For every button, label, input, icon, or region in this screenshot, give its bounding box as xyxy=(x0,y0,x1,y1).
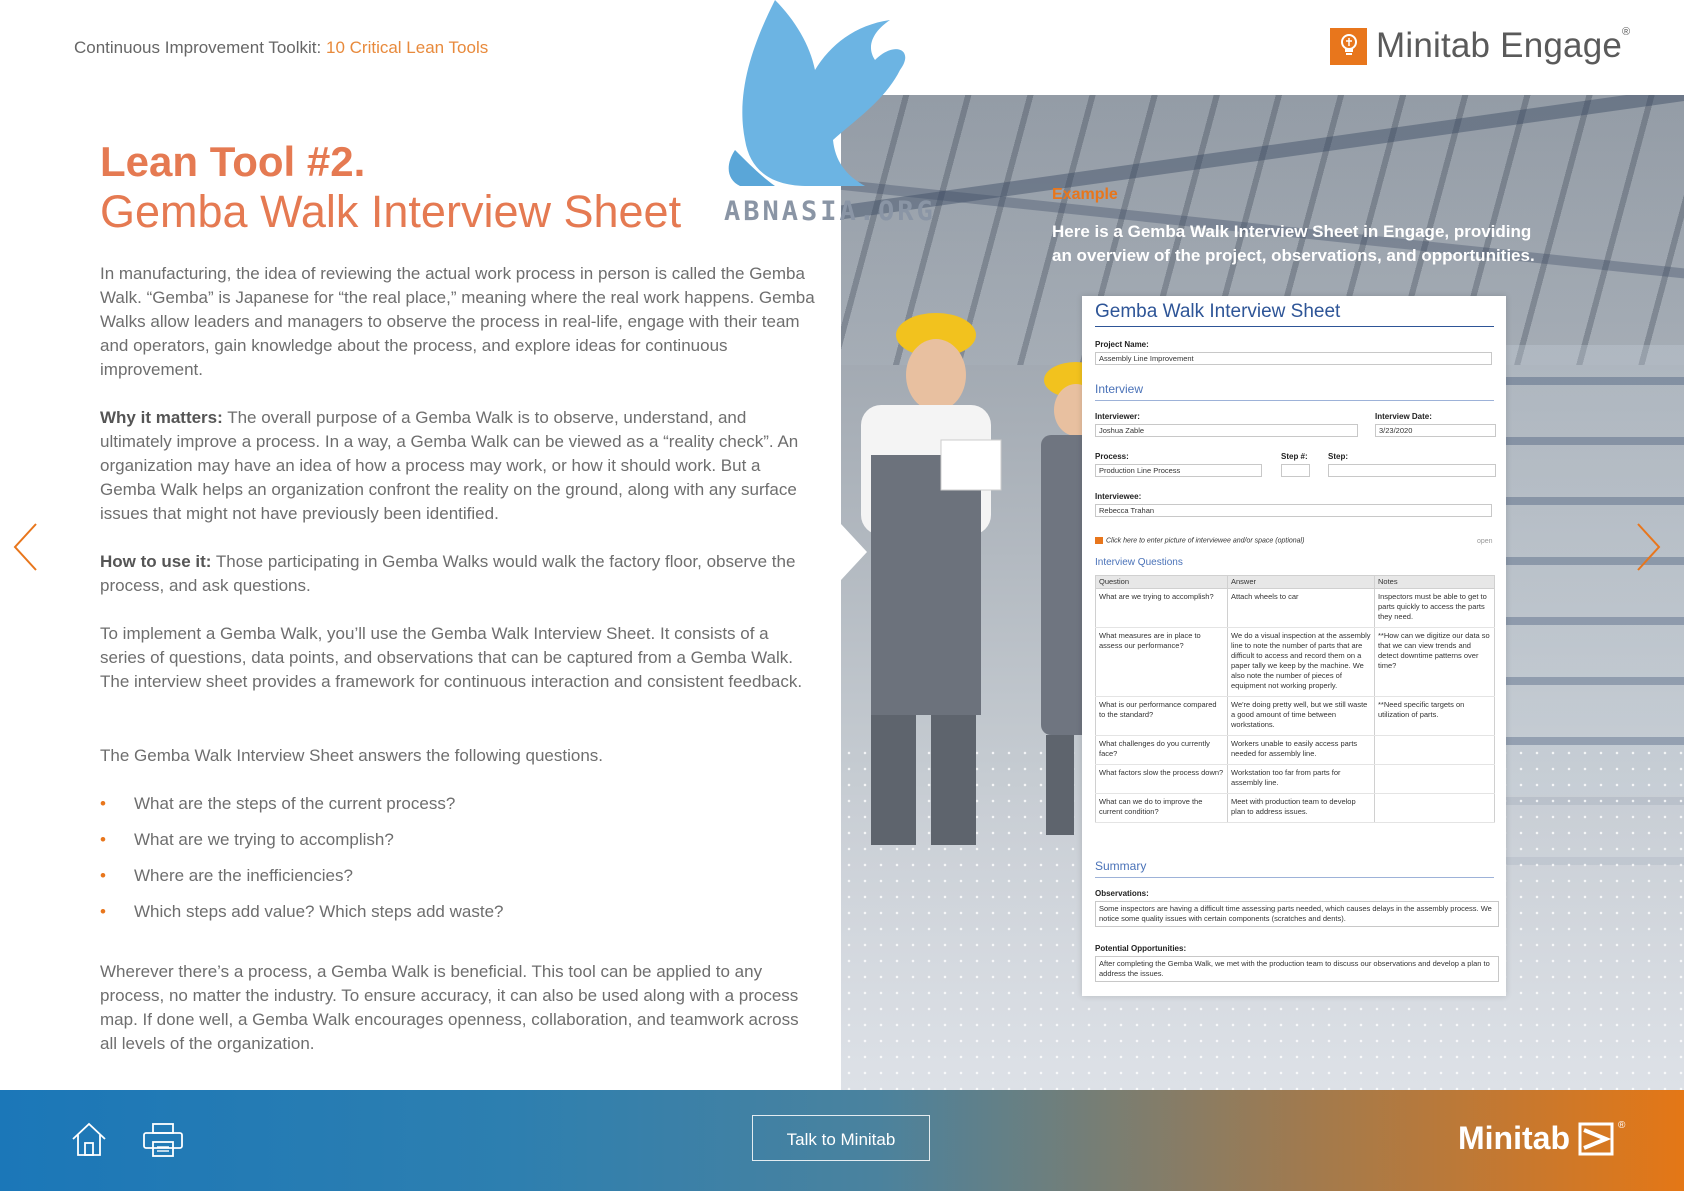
project-name-label: Project Name: xyxy=(1095,340,1149,349)
next-arrow-icon[interactable] xyxy=(1634,522,1662,572)
footer-bar: Talk to Minitab Minitab ® xyxy=(0,1090,1684,1191)
interviewee-field[interactable]: Rebecca Trahan xyxy=(1095,504,1492,517)
how-paragraph: How to use it: Those participating in Ge… xyxy=(100,550,815,598)
footer-brand-name: Minitab xyxy=(1458,1120,1570,1156)
divider xyxy=(1095,326,1494,327)
table-row: What measures are in place to assess our… xyxy=(1095,627,1495,697)
print-icon[interactable] xyxy=(142,1122,184,1158)
list-item: • What are the steps of the current proce… xyxy=(100,792,800,828)
worker-man-figure xyxy=(861,313,1002,845)
brand-name: Minitab Engage® xyxy=(1376,26,1631,65)
table-row: What factors slow the process down? Work… xyxy=(1095,764,1495,794)
notes-cell: **How can we digitize our data so that w… xyxy=(1374,627,1495,697)
implement-paragraph: To implement a Gemba Walk, you’ll use th… xyxy=(100,624,803,691)
minitab-logo-icon xyxy=(1578,1122,1614,1155)
panel-notch xyxy=(841,524,867,580)
table-row: What are we trying to accomplish? Attach… xyxy=(1095,588,1495,628)
answer-cell: Attach wheels to car xyxy=(1227,588,1375,628)
observations-field[interactable]: Some inspectors are having a difficult t… xyxy=(1095,901,1499,927)
list-item: • Which steps add value? Which steps add … xyxy=(100,900,800,936)
intro-paragraph: In manufacturing, the idea of reviewing … xyxy=(100,264,815,379)
picture-upload[interactable]: Click here to enter picture of interview… xyxy=(1095,537,1304,544)
interviewer-field[interactable]: Joshua Zable xyxy=(1095,424,1358,437)
sheet-title: Gemba Walk Interview Sheet xyxy=(1095,301,1341,322)
camera-icon xyxy=(1095,537,1103,544)
process-field[interactable]: Production Line Process xyxy=(1095,464,1262,477)
table-row: What is our performance compared to the … xyxy=(1095,696,1495,736)
question-cell: What measures are in place to assess our… xyxy=(1095,627,1228,697)
home-icon[interactable] xyxy=(70,1120,108,1158)
registered-mark: ® xyxy=(1622,26,1631,38)
opportunities-field[interactable]: After completing the Gemba Walk, we met … xyxy=(1095,956,1499,982)
questions-table: Question Answer Notes What are we trying… xyxy=(1095,575,1495,823)
prev-arrow-icon[interactable] xyxy=(12,522,40,572)
question-cell: What factors slow the process down? xyxy=(1095,764,1228,794)
minitab-engage-logo-icon xyxy=(1330,27,1367,65)
question-cell: What can we do to improve the current co… xyxy=(1095,793,1228,823)
answers-intro: The Gemba Walk Interview Sheet answers t… xyxy=(100,746,604,765)
divider xyxy=(1095,877,1494,878)
bullet-glyph: • xyxy=(100,866,106,885)
bullet-glyph: • xyxy=(100,830,106,849)
answer-cell: Workstation too far from parts for assem… xyxy=(1227,764,1375,794)
project-name-field[interactable]: Assembly Line Improvement xyxy=(1095,352,1492,365)
bullet-glyph: • xyxy=(100,902,106,921)
question-cell: What are we trying to accomplish? xyxy=(1095,588,1228,628)
closing-paragraph: Wherever there’s a process, a Gemba Walk… xyxy=(100,962,799,1053)
minitab-engage-brand: Minitab Engage® xyxy=(1330,26,1630,66)
example-description: Here is a Gemba Walk Interview Sheet in … xyxy=(1052,222,1535,265)
notes-cell: **Need specific targets on utilization o… xyxy=(1374,696,1495,736)
table-row: What can we do to improve the current co… xyxy=(1095,793,1495,823)
interview-sheet: Gemba Walk Interview Sheet Project Name:… xyxy=(1082,296,1506,996)
interview-heading: Interview xyxy=(1095,382,1144,396)
question-cell: What is our performance compared to the … xyxy=(1095,696,1228,736)
bullet-glyph: • xyxy=(100,794,106,813)
page-title: Lean Tool #2. xyxy=(100,138,366,185)
interview-date-field[interactable]: 3/23/2020 xyxy=(1375,424,1496,437)
answer-cell: We do a visual inspection at the assembl… xyxy=(1227,627,1375,697)
list-item: • What are we trying to accomplish? xyxy=(100,828,800,864)
breadcrumb-link[interactable]: 10 Critical Lean Tools xyxy=(326,38,488,57)
question-list: • What are the steps of the current proce… xyxy=(100,792,800,936)
table-row: What challenges do you currently face? W… xyxy=(1095,735,1495,765)
summary-heading: Summary xyxy=(1095,859,1147,873)
step-label: Step: xyxy=(1328,452,1348,461)
page-subtitle: Gemba Walk Interview Sheet xyxy=(100,186,682,237)
divider xyxy=(1095,400,1494,401)
breadcrumb: Continuous Improvement Toolkit: 10 Criti… xyxy=(74,38,488,58)
answer-cell: Workers unable to easily access parts ne… xyxy=(1227,735,1375,765)
list-item: • Where are the inefficiencies? xyxy=(100,864,800,900)
column-header: Answer xyxy=(1227,575,1375,589)
opportunities-label: Potential Opportunities: xyxy=(1095,944,1187,953)
interviewee-label: Interviewee: xyxy=(1095,492,1142,501)
minitab-footer-brand: Minitab ® xyxy=(1458,1120,1625,1157)
notes-cell xyxy=(1374,735,1495,765)
how-label: How to use it: xyxy=(100,552,212,571)
notes-cell xyxy=(1374,764,1495,794)
step-number-label: Step #: xyxy=(1281,452,1308,461)
observations-label: Observations: xyxy=(1095,889,1149,898)
why-paragraph: Why it matters: The overall purpose of a… xyxy=(100,406,815,526)
interviewer-label: Interviewer: xyxy=(1095,412,1140,421)
answer-cell: Meet with production team to develop pla… xyxy=(1227,793,1375,823)
column-header: Question xyxy=(1095,575,1228,589)
talk-to-minitab-button[interactable]: Talk to Minitab xyxy=(752,1115,930,1161)
interview-date-label: Interview Date: xyxy=(1375,412,1432,421)
example-label: Example xyxy=(1052,186,1118,203)
answer-cell: We're doing pretty well, but we still wa… xyxy=(1227,696,1375,736)
why-label: Why it matters: xyxy=(100,408,223,427)
notes-cell xyxy=(1374,793,1495,823)
footer-registered-mark: ® xyxy=(1617,1120,1626,1131)
watermark-text: ABNASIA.ORG xyxy=(724,196,936,227)
picture-open-link[interactable]: open xyxy=(1477,538,1493,545)
step-field[interactable] xyxy=(1328,464,1496,477)
step-number-field[interactable] xyxy=(1281,464,1310,477)
column-header: Notes xyxy=(1374,575,1495,589)
question-cell: What challenges do you currently face? xyxy=(1095,735,1228,765)
notes-cell: Inspectors must be able to get to parts … xyxy=(1374,588,1495,628)
process-label: Process: xyxy=(1095,452,1129,461)
interview-questions-heading: Interview Questions xyxy=(1095,557,1183,568)
breadcrumb-prefix: Continuous Improvement Toolkit: xyxy=(74,38,322,57)
